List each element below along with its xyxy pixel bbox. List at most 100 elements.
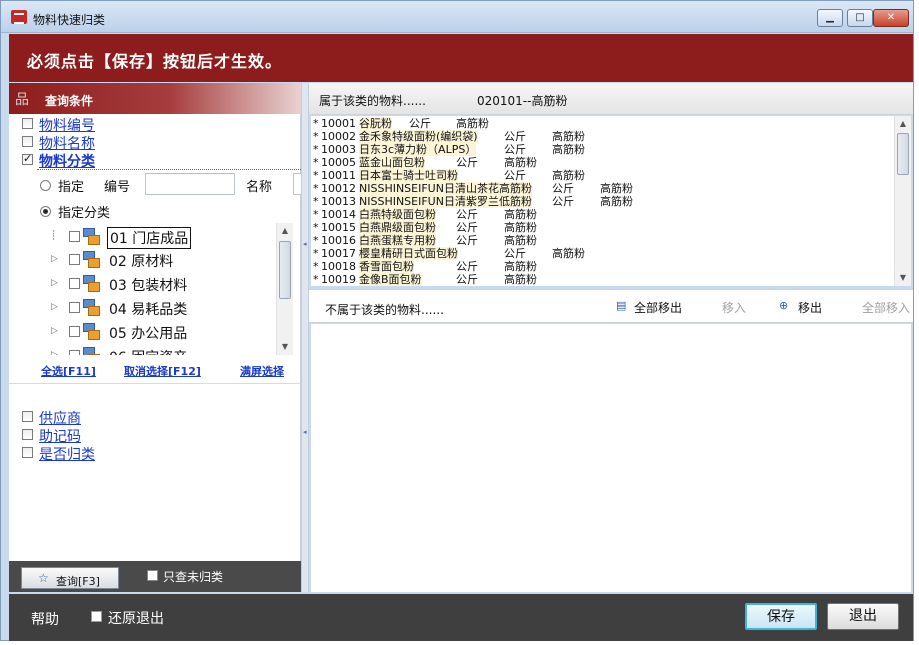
not-belongs-label: 不属于该类的物料...... xyxy=(325,303,444,317)
help-link[interactable]: 帮助 xyxy=(31,609,59,629)
material-name-filter-link[interactable]: 物料名称 xyxy=(39,133,95,153)
classified-checkbox[interactable] xyxy=(22,447,33,458)
title-bar: 物料快速归类 ▁ □ ✕ xyxy=(1,1,913,33)
tree-item[interactable]: ┊ 01 门店成品 xyxy=(49,226,279,249)
collapse-arrow-icon[interactable]: ◂ xyxy=(303,240,308,248)
mnemonic-checkbox[interactable] xyxy=(22,429,33,440)
material-category-checkbox[interactable] xyxy=(22,152,33,165)
notice-banner: 必须点击【保存】按钮后才生效。 xyxy=(9,34,913,82)
tree-line-icon: ┊ xyxy=(51,231,57,241)
material-name-checkbox[interactable] xyxy=(22,136,33,147)
exit-button[interactable]: 退出 xyxy=(827,603,899,630)
material-list-scrollbar[interactable]: ▲ ▼ xyxy=(894,116,911,286)
expand-arrow-icon[interactable]: ▷ xyxy=(51,326,58,336)
tree-checkbox[interactable] xyxy=(69,254,80,265)
scroll-down-arrow-icon[interactable]: ▼ xyxy=(895,270,911,286)
not-belongs-header: 不属于该类的物料...... ▤ 全部移出 移入 ⊕ 移出 全部移入 xyxy=(309,289,913,323)
specify-radio[interactable] xyxy=(40,180,51,191)
tree-checkbox[interactable] xyxy=(69,278,80,289)
query-button[interactable]: ☆ 查询[F3] xyxy=(21,567,119,589)
tree-checkbox[interactable] xyxy=(69,326,80,337)
scroll-up-arrow-icon[interactable]: ▲ xyxy=(895,116,911,132)
magnifier-icon: ⊕ xyxy=(779,299,789,312)
footer-bar: 帮助 还原退出 保存 退出 xyxy=(9,594,913,641)
only-unclassified-label: 只查未归类 xyxy=(163,570,224,584)
collapse-arrow-icon[interactable]: ◂ xyxy=(303,428,308,436)
specify-category-radio[interactable] xyxy=(40,206,51,217)
tree-item-label: 04 易耗品类 xyxy=(109,302,188,318)
category-icon xyxy=(83,275,101,292)
expand-arrow-icon[interactable]: ▷ xyxy=(51,350,58,355)
classified-filter-link[interactable]: 是否归类 xyxy=(39,444,95,464)
remove-all-button[interactable]: 全部移出 xyxy=(634,299,682,316)
tree-item[interactable]: ▷ 03 包装材料 xyxy=(49,273,279,295)
full-screen-select-link[interactable]: 满屏选择 xyxy=(240,363,284,379)
expand-arrow-icon[interactable]: ▷ xyxy=(51,254,58,264)
supplier-checkbox[interactable] xyxy=(22,411,33,422)
tree-checkbox[interactable] xyxy=(69,350,80,355)
restore-exit-label: 还原退出 xyxy=(108,611,164,627)
belongs-material-list: * 10001 谷朊粉 公斤 高筋粉 * 10002 金禾象特级面粉(编织袋) 公斤 高筋粉 *… xyxy=(311,116,911,286)
restore-exit-checkbox[interactable] xyxy=(91,611,102,622)
app-icon xyxy=(11,10,27,24)
tree-item[interactable]: ▷ 06 固定资产 xyxy=(49,345,279,355)
tree-item-label: 01 门店成品 xyxy=(107,227,192,249)
dialog-window: 物料快速归类 ▁ □ ✕ 必须点击【保存】按钮后才生效。 品 查询条件 物料编号… xyxy=(0,0,914,641)
belongs-label: 属于该类的物料...... xyxy=(319,94,426,108)
tree-item[interactable]: ▷ 02 原材料 xyxy=(49,249,279,271)
tree-item-label: 05 办公用品 xyxy=(109,326,188,342)
remove-button[interactable]: 移出 xyxy=(798,299,822,316)
scroll-thumb[interactable] xyxy=(279,241,291,299)
save-button[interactable]: 保存 xyxy=(745,603,817,630)
category-icon xyxy=(83,228,101,245)
tree-item[interactable]: ▷ 04 易耗品类 xyxy=(49,297,279,319)
deselect-link[interactable]: 取消选择[F12] xyxy=(124,363,201,379)
material-category-filter-link[interactable]: 物料分类 xyxy=(39,151,95,171)
move-all-in-button[interactable]: 全部移入 xyxy=(862,299,910,316)
supplier-filter-link[interactable]: 供应商 xyxy=(39,408,81,428)
category-icon xyxy=(83,299,101,316)
notice-text: 必须点击【保存】按钮后才生效。 xyxy=(27,52,283,71)
maximize-button[interactable]: □ xyxy=(847,9,873,27)
tree-item-label: 03 包装材料 xyxy=(109,278,188,294)
window-title: 物料快速归类 xyxy=(33,13,106,27)
not-belongs-material-list xyxy=(311,324,911,592)
query-button-label: 查询[F3] xyxy=(56,575,100,588)
close-button[interactable]: ✕ xyxy=(873,9,909,27)
code-label: 编号 xyxy=(104,180,131,195)
expand-arrow-icon[interactable]: ▷ xyxy=(51,302,58,312)
category-icon xyxy=(83,251,101,268)
code-input[interactable] xyxy=(145,173,235,195)
category-icon xyxy=(83,323,101,340)
material-code-checkbox[interactable] xyxy=(22,118,33,129)
move-in-button[interactable]: 移入 xyxy=(722,299,746,316)
only-unclassified-checkbox[interactable] xyxy=(147,570,158,581)
category-tree: ┊ 01 门店成品 ▷ 02 原材料 ▷ 03 包装材料 ▷ 04 易耗品类 ▷… xyxy=(49,223,293,355)
material-code-filter-link[interactable]: 物料编号 xyxy=(39,115,95,135)
scroll-down-arrow-icon[interactable]: ▼ xyxy=(277,339,293,355)
category-focus-line xyxy=(37,169,301,170)
query-toolbar: ☆ 查询[F3] 只查未归类 xyxy=(9,561,301,592)
tree-item[interactable]: ▷ 05 办公用品 xyxy=(49,321,279,343)
name-input[interactable] xyxy=(293,173,301,195)
belongs-header: 属于该类的物料...... 020101--高筋粉 xyxy=(309,83,913,115)
tree-checkbox[interactable] xyxy=(69,302,80,313)
tree-item-label: 02 原材料 xyxy=(109,254,174,270)
scroll-thumb[interactable] xyxy=(897,133,909,175)
query-header: 品 查询条件 xyxy=(9,83,301,114)
panel-splitter[interactable]: ◂ ◂ xyxy=(301,83,309,592)
remove-all-icon: ▤ xyxy=(616,299,627,312)
name-label: 名称 xyxy=(246,180,273,195)
query-panel: 品 查询条件 物料编号 物料名称 物料分类 指定 编号 名称 指定分类 ┊ 01… xyxy=(9,83,301,592)
select-all-link[interactable]: 全选[F11] xyxy=(41,363,96,379)
tree-item-label: 06 固定资产 xyxy=(109,347,187,355)
query-header-title: 查询条件 xyxy=(45,94,94,108)
scroll-up-arrow-icon[interactable]: ▲ xyxy=(277,223,293,239)
expand-arrow-icon[interactable]: ▷ xyxy=(51,278,58,288)
tree-scrollbar[interactable]: ▲ ▼ xyxy=(276,223,293,355)
category-icon xyxy=(83,347,101,355)
tree-checkbox[interactable] xyxy=(69,231,80,242)
section-divider xyxy=(9,383,301,384)
mnemonic-filter-link[interactable]: 助记码 xyxy=(39,426,81,446)
minimize-button[interactable]: ▁ xyxy=(817,9,843,27)
